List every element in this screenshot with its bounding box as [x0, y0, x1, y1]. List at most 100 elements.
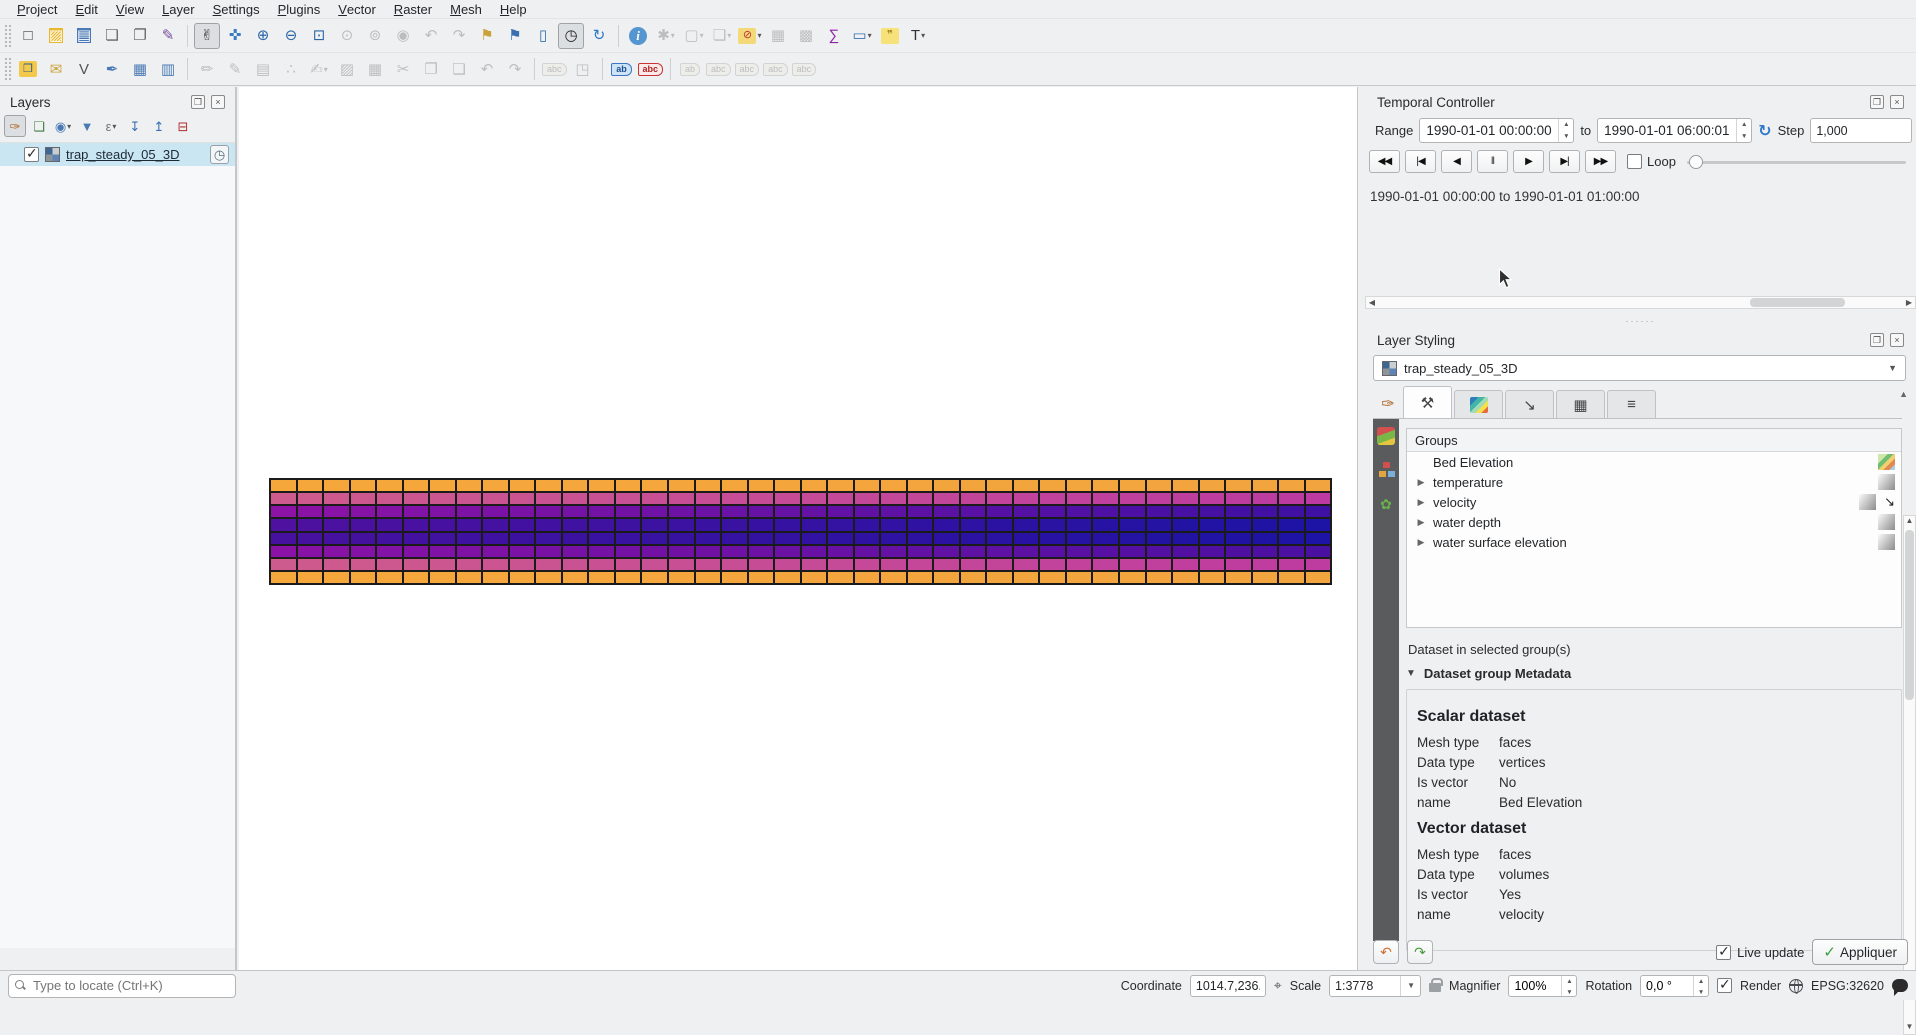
crs-value[interactable]: EPSG:32620 [1811, 979, 1884, 993]
filter-by-expression-button-dropdown-icon[interactable]: ▾ [112, 122, 116, 131]
show-bookmarks-button[interactable]: ⚑ [502, 23, 528, 49]
locate-box[interactable] [8, 974, 236, 998]
vertex-tool-button-dropdown-icon[interactable]: ▾ [324, 65, 328, 74]
temporal-hscrollbar[interactable]: ◀ ▶ [1365, 296, 1916, 309]
group-row-velocity[interactable]: ▶velocity↘ [1407, 492, 1901, 512]
skip-to-end-button[interactable]: ▶| [1549, 150, 1580, 173]
menu-edit[interactable]: Edit [66, 0, 106, 18]
text-annotation-button-dropdown-icon[interactable]: ▾ [921, 31, 925, 40]
apply-button[interactable]: ✓ Appliquer [1812, 939, 1908, 965]
toolbar-handle[interactable] [4, 57, 11, 81]
messages-icon[interactable] [1892, 979, 1908, 992]
new-shapefile-button[interactable]: ▥ [155, 56, 181, 82]
add-layer-button[interactable]: ✉ [43, 56, 69, 82]
panel-splitter-handle[interactable]: ······ [1365, 315, 1916, 326]
time-slider-handle[interactable] [1689, 155, 1703, 169]
select-features-button-dropdown-icon[interactable]: ▾ [700, 31, 704, 40]
vscroll-up-arrow-icon[interactable]: ▲ [1904, 516, 1915, 528]
group-row-water-depth[interactable]: ▶water depth [1407, 512, 1901, 532]
temporal-panel-close-icon[interactable]: × [1890, 95, 1904, 109]
loop-checkbox[interactable] [1627, 154, 1642, 169]
group-row-water-surface-elevation[interactable]: ▶water surface elevation [1407, 532, 1901, 552]
layer-name[interactable]: trap_steady_05_3D [66, 147, 179, 162]
colorify-icon[interactable]: ✿ [1377, 495, 1395, 513]
dock-splitter[interactable] [1357, 87, 1365, 970]
menu-settings[interactable]: Settings [204, 0, 269, 18]
gray-gradient-icon[interactable] [1878, 534, 1895, 550]
magnifier-spin-arrows[interactable]: ▲▼ [1561, 976, 1576, 996]
filter-legend-button[interactable]: ▼ [76, 115, 98, 137]
locate-input[interactable] [31, 977, 229, 994]
vscroll-thumb[interactable] [1905, 530, 1914, 700]
add-group-button[interactable]: ❏ [28, 115, 50, 137]
layer-row-trap-steady[interactable]: trap_steady_05_3D ◷ [0, 143, 235, 166]
rotation-spinbox[interactable]: ▲▼ [1640, 975, 1709, 997]
hscroll-right-arrow-icon[interactable]: ▶ [1903, 297, 1915, 308]
measure-button[interactable]: ▭▾ [849, 23, 875, 49]
extents-toggle-icon[interactable]: ⌖ [1274, 977, 1282, 994]
temporal-refresh-icon[interactable]: ↻ [1758, 121, 1771, 141]
temporal-panel-float-icon[interactable]: ❐ [1870, 95, 1884, 109]
vscroll-down-arrow-icon[interactable]: ▼ [1904, 1022, 1915, 1034]
manage-map-themes-button-dropdown-icon[interactable]: ▾ [67, 122, 71, 131]
redo-style-button[interactable]: ↷ [1407, 940, 1433, 964]
new-project-button[interactable]: □ [15, 23, 41, 49]
new-print-layout-button[interactable]: ❏ [99, 23, 125, 49]
range-to-spin-arrows[interactable]: ▲▼ [1736, 119, 1751, 142]
map-tips-button[interactable]: ❞ [877, 23, 903, 49]
style-manager-button[interactable]: ✎ [155, 23, 181, 49]
fast-forward-button[interactable]: ▶▶ [1585, 150, 1616, 173]
play-button[interactable]: ▶ [1513, 150, 1544, 173]
expand-all-button[interactable]: ↧ [124, 115, 146, 137]
magnifier-spinbox[interactable]: ▲▼ [1508, 975, 1577, 997]
scale-combo[interactable]: 1:3778 ▼ [1329, 975, 1421, 997]
map-canvas[interactable] [239, 87, 1357, 970]
group-row-temperature[interactable]: ▶temperature [1407, 472, 1901, 492]
zoom-full-button[interactable]: ⊡ [306, 23, 332, 49]
rotation-input[interactable] [1641, 976, 1693, 996]
menu-layer[interactable]: Layer [153, 0, 204, 18]
text-annotation-button[interactable]: T▾ [905, 23, 931, 49]
expand-arrow-icon[interactable]: ▶ [1415, 497, 1427, 508]
rewind-button[interactable]: ◀◀ [1369, 150, 1400, 173]
layer-visibility-checkbox[interactable] [24, 147, 39, 162]
temporal-controller-button[interactable]: ◷ [558, 23, 584, 49]
select-by-value-button-dropdown-icon[interactable]: ▾ [757, 31, 761, 40]
tab-stacked-mesh[interactable]: ≡ [1607, 390, 1656, 418]
menu-mesh[interactable]: Mesh [441, 0, 491, 18]
crs-globe-icon[interactable] [1789, 979, 1803, 993]
add-delimited-text-button[interactable]: ✒ [99, 56, 125, 82]
menu-project[interactable]: Project [8, 0, 66, 18]
save-project-button[interactable]: ▤ [71, 23, 97, 49]
vector-arrow-icon[interactable]: ↘ [1884, 494, 1895, 510]
zoom-out-button[interactable]: ⊖ [278, 23, 304, 49]
dataset-groups-icon[interactable] [1377, 461, 1395, 479]
step-back-button[interactable]: ◀ [1441, 150, 1472, 173]
measure-button-dropdown-icon[interactable]: ▾ [868, 31, 872, 40]
zoom-in-button[interactable]: ⊕ [250, 23, 276, 49]
magnifier-input[interactable] [1509, 976, 1561, 996]
gray-gradient-icon[interactable] [1878, 474, 1895, 490]
hscroll-thumb[interactable] [1750, 298, 1845, 307]
open-layer-styling-dock-button[interactable]: ✑ [4, 115, 26, 137]
dataset-metadata-toggle[interactable]: ▼ Dataset group Metadata [1406, 666, 1902, 681]
menu-plugins[interactable]: Plugins [269, 0, 330, 18]
styling-layer-combo[interactable]: trap_steady_05_3D ▼ [1373, 355, 1906, 381]
coordinate-input[interactable] [1190, 975, 1266, 997]
range-from-input[interactable] [1420, 119, 1558, 142]
filter-by-expression-button[interactable]: ε▾ [100, 115, 122, 137]
menu-vector[interactable]: Vector [329, 0, 385, 18]
step-input[interactable] [1810, 118, 1912, 143]
menu-view[interactable]: View [107, 0, 153, 18]
tabs-scroll-up-icon[interactable]: ▲ [1899, 389, 1908, 399]
menu-help[interactable]: Help [491, 0, 536, 18]
menu-raster[interactable]: Raster [385, 0, 441, 18]
range-from-spinbox[interactable]: ▲▼ [1419, 118, 1574, 143]
layer-diagram-button[interactable]: abc [637, 56, 665, 82]
layer-temporal-clock-icon[interactable]: ◷ [210, 145, 229, 164]
refresh-map-button[interactable]: ↻ [586, 23, 612, 49]
render-checkbox[interactable] [1717, 978, 1732, 993]
gray-gradient-icon[interactable] [1878, 514, 1895, 530]
tab-rendering[interactable]: ▦ [1556, 390, 1605, 418]
manage-map-themes-button[interactable]: ◉▾ [52, 115, 74, 137]
